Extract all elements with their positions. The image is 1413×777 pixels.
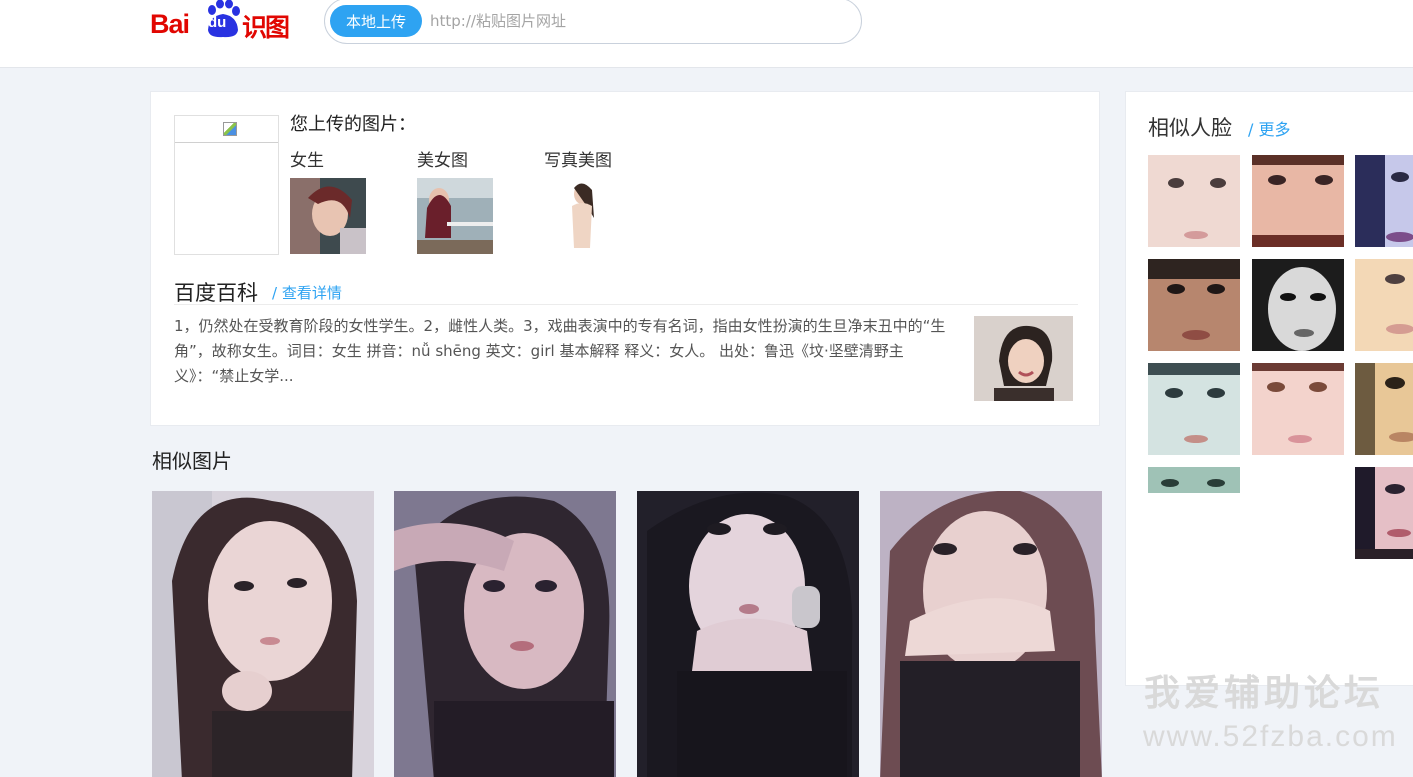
similar-faces-more-link[interactable]: / 更多 bbox=[1248, 116, 1290, 140]
guess-label[interactable]: 女生 bbox=[290, 146, 400, 171]
face-thumbnail[interactable] bbox=[1148, 363, 1240, 455]
face-thumbnail[interactable] bbox=[1148, 155, 1240, 247]
face-thumbnail[interactable] bbox=[1252, 155, 1344, 247]
watermark-url: www.52fzba.com bbox=[1143, 720, 1398, 753]
similar-images-title: 相似图片 bbox=[152, 449, 232, 473]
broken-image-frame bbox=[175, 116, 278, 143]
guess-thumbnail[interactable] bbox=[544, 178, 620, 254]
similar-faces-title: 相似人脸 bbox=[1148, 116, 1232, 140]
image-url-input[interactable] bbox=[430, 7, 830, 35]
image-search-box: 本地上传 bbox=[324, 0, 862, 44]
baike-header: 百度百科 / 查看详情 bbox=[174, 277, 1078, 305]
face-thumbnail[interactable] bbox=[1355, 467, 1413, 559]
similar-faces-panel: 相似人脸 / 更多 bbox=[1125, 91, 1413, 686]
baidu-shitu-logo[interactable]: Bai du 识图 bbox=[150, 0, 300, 42]
uploaded-image[interactable] bbox=[174, 115, 279, 255]
similar-image[interactable] bbox=[637, 491, 859, 777]
top-header: Bai du 识图 本地上传 bbox=[0, 0, 1413, 68]
guess-label[interactable]: 美女图 bbox=[417, 146, 527, 171]
logo-text-du: du bbox=[208, 14, 227, 31]
logo-text-bai: Bai bbox=[150, 9, 190, 39]
face-thumbnail[interactable] bbox=[1148, 467, 1240, 493]
broken-image-icon bbox=[223, 122, 237, 136]
guess-item[interactable]: 美女图 bbox=[417, 146, 527, 254]
face-thumbnail[interactable] bbox=[1148, 259, 1240, 351]
guess-label[interactable]: 写真美图 bbox=[544, 146, 654, 171]
baike-image[interactable] bbox=[974, 316, 1073, 401]
face-thumbnail[interactable] bbox=[1355, 259, 1413, 351]
face-thumbnail[interactable] bbox=[1252, 259, 1344, 351]
face-thumbnail[interactable] bbox=[1355, 363, 1413, 455]
guess-thumbnail[interactable] bbox=[417, 178, 493, 254]
similar-image[interactable] bbox=[880, 491, 1102, 777]
face-thumbnail[interactable] bbox=[1252, 363, 1344, 455]
baike-detail-link[interactable]: / 查看详情 bbox=[272, 282, 346, 303]
watermark-text: 我爱辅助论坛 bbox=[1144, 673, 1385, 714]
baike-title: 百度百科 bbox=[174, 281, 258, 305]
guess-item[interactable]: 女生 bbox=[290, 146, 400, 254]
guess-item[interactable]: 写真美图 bbox=[544, 146, 654, 254]
similar-image[interactable] bbox=[394, 491, 616, 777]
similar-image[interactable] bbox=[152, 491, 374, 777]
baike-description: 1，仍然处在受教育阶段的女性学生。2，雌性人类。3，戏曲表演中的专有名词，指由女… bbox=[174, 317, 946, 385]
local-upload-button[interactable]: 本地上传 bbox=[330, 5, 422, 37]
guess-thumbnail[interactable] bbox=[290, 178, 366, 254]
face-thumbnail[interactable] bbox=[1355, 155, 1413, 247]
result-card: 您上传的图片： 女生 美女图 写真美图 百度百科 / 查看详情 1，仍然处在受教… bbox=[150, 91, 1100, 426]
uploaded-image-title: 您上传的图片： bbox=[290, 114, 416, 135]
logo-text-shitu: 识图 bbox=[242, 13, 290, 42]
